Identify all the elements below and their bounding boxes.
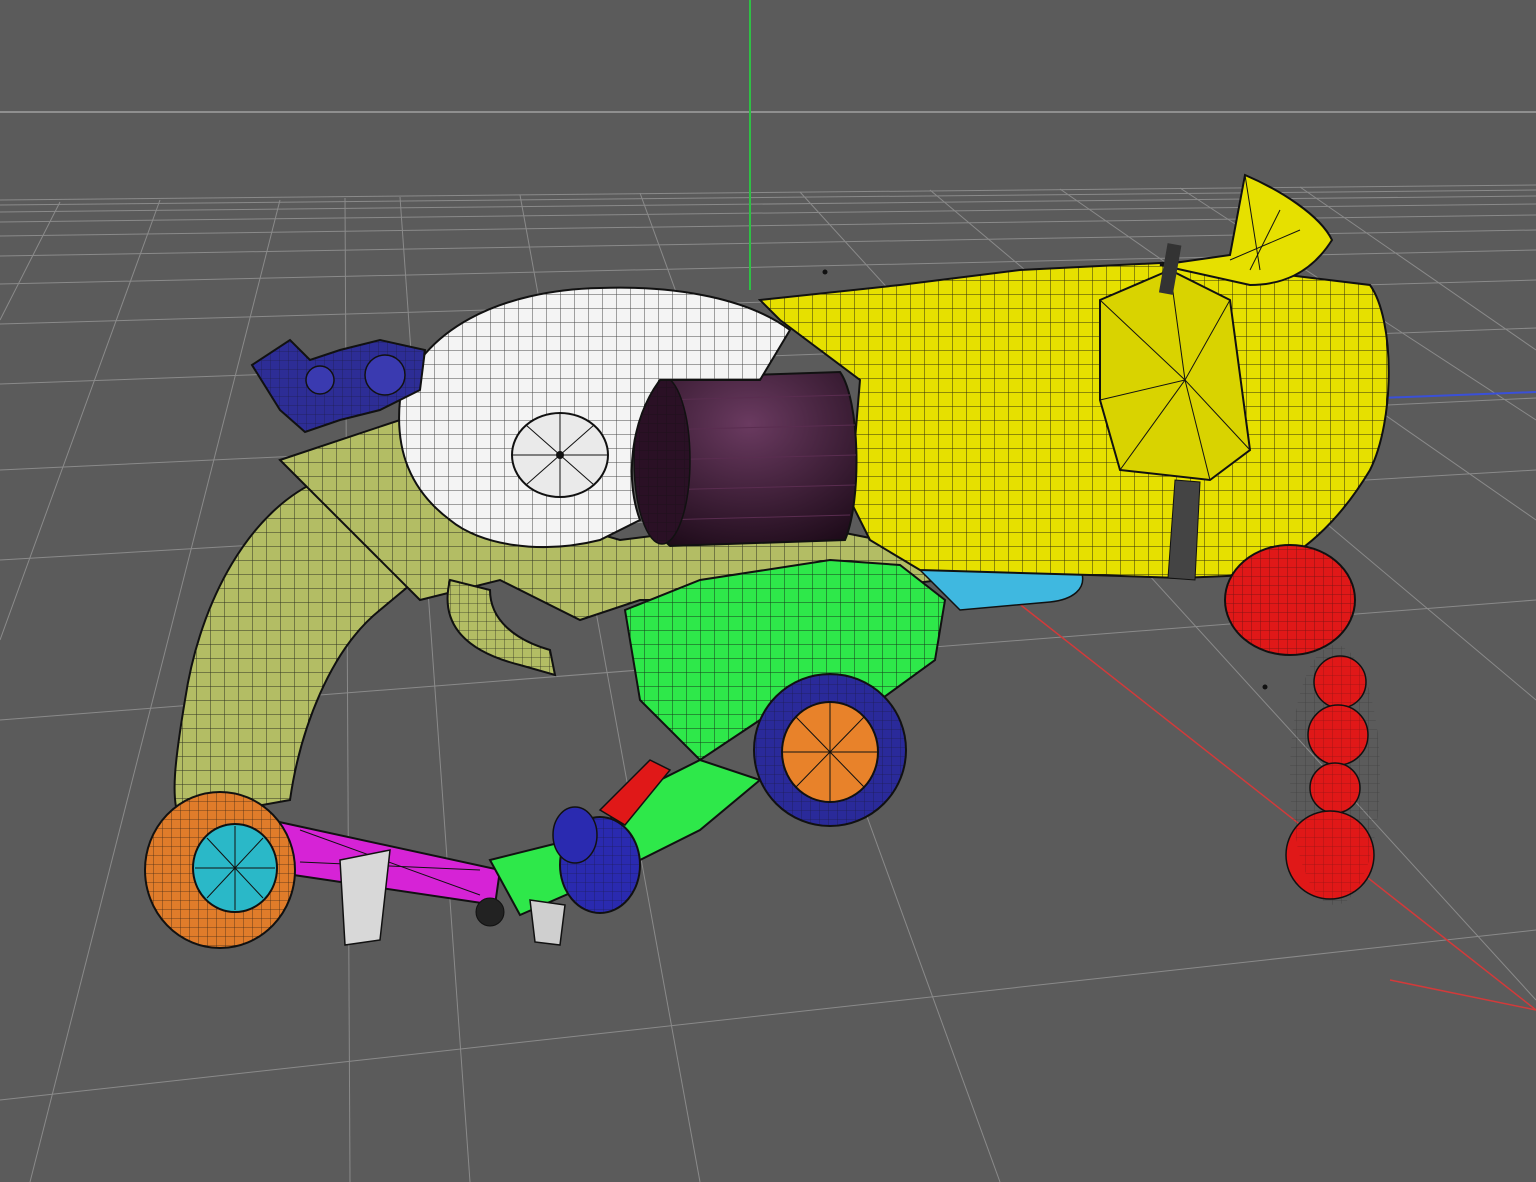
barrel-plate[interactable]	[1099, 268, 1252, 482]
viewport-canvas[interactable]	[0, 0, 1536, 1182]
rear-gear-knob	[364, 354, 406, 396]
pommel-cap-spokes	[195, 826, 275, 910]
stray-vertex	[822, 269, 828, 275]
link-blade-2	[529, 899, 566, 946]
rear-gear-knob-2	[305, 365, 335, 395]
joint-roller-back	[552, 806, 598, 864]
link-bolt	[475, 897, 505, 927]
3d-viewport[interactable]	[0, 0, 1536, 1182]
small-wheel-spokes	[782, 702, 878, 802]
muzzle-bead-large-wire	[1225, 545, 1355, 655]
stray-vertex-2	[1262, 684, 1268, 690]
hammer-hub-center	[556, 451, 564, 459]
beads-wire	[1290, 645, 1380, 905]
